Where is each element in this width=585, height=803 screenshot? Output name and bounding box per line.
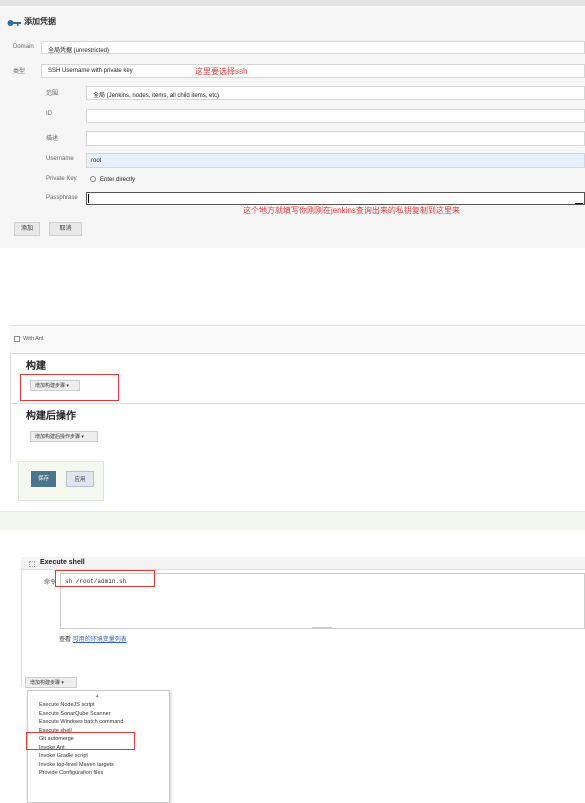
menu-item-execute-windows-batch[interactable]: Execute Windows batch command [28,718,171,727]
drag-handle-icon[interactable] [29,561,35,567]
add-build-step-dropdown-2[interactable]: 增加构建步骤 ▾ [25,677,77,688]
build-header: 构建 [26,361,46,372]
username-value: root [91,158,102,164]
with-ant-checkbox[interactable] [14,336,20,342]
env-vars-link[interactable]: 可用的环境变量列表 [73,637,127,643]
footer-strip [0,511,585,530]
scroll-up-icon[interactable]: ▴ [96,693,99,699]
kind-value: SSH Username with private key [48,68,133,74]
passphrase-annotation: 这个地方就填写你刚刚在jenkins查询出来的私钥复制到这里来 [243,206,460,215]
resize-handle[interactable] [312,627,332,629]
menu-item-execute-nodejs[interactable]: Execute NodeJS script [28,701,171,710]
enter-directly-label: Enter directly [100,177,136,183]
divider [10,403,585,404]
with-ant-row [10,325,585,354]
cancel-button[interactable]: 取消 [49,222,82,236]
enter-directly-radio[interactable] [90,176,96,182]
with-ant-label: With Ant [23,336,44,342]
menu-item-invoke-gradle[interactable]: Invoke Gradle script [28,752,171,761]
username-input[interactable]: root [86,153,585,168]
id-input[interactable] [86,109,585,123]
add-post-build-step-label: 增加构建后操作步骤 [35,434,81,440]
menu-item-invoke-maven[interactable]: Invoke top-level Maven targets [28,761,171,770]
scope-value: 全局 (Jenkins, nodes, items, all child ite… [93,93,220,99]
save-button[interactable]: 保存 [31,471,56,487]
left-border [10,353,11,463]
passphrase-input[interactable] [86,192,585,205]
add-button[interactable]: 添加 [14,222,40,236]
domain-label: Domain [13,44,34,50]
env-vars-line: 查看 可用的环境变量列表 [59,634,127,643]
domain-select[interactable]: 全局凭据 (unrestricted) [41,41,585,54]
execute-shell-header [21,557,585,570]
menu-item-execute-sonarqube[interactable]: Execute SonarQube Scanner [28,710,171,719]
scope-select[interactable]: 全局 (Jenkins, nodes, items, all child ite… [86,86,585,100]
chevron-down-icon: ▾ [81,434,84,440]
id-label: ID [46,111,52,117]
highlight-box [20,374,119,401]
execute-shell-title: Execute shell [40,559,85,566]
annotation-line [575,203,583,204]
env-vars-prefix: 查看 [59,637,72,643]
highlight-box [26,732,135,750]
highlight-box [55,570,155,587]
passphrase-label: Passphrase [46,195,78,201]
description-label: 描述 [46,136,59,142]
domain-value: 全局凭据 (unrestricted) [48,48,110,54]
menu-item-provide-config-files[interactable]: Provide Configuration files [28,769,171,778]
kind-label: 类型 [13,69,26,75]
scope-label: 范围 [46,91,59,97]
key-icon [7,20,21,26]
text-cursor [88,194,89,203]
private-key-label: Private Key [46,176,77,182]
page-title: 添加凭据 [24,17,56,26]
chevron-down-icon: ▾ [61,680,64,686]
add-post-build-step-dropdown[interactable]: 增加构建后操作步骤 ▾ [30,431,98,442]
description-input[interactable] [86,131,585,146]
kind-annotation: 这里要选择ssh [195,67,248,76]
add-build-step-label-2: 增加构建步骤 [30,680,61,686]
top-bar [0,0,585,6]
post-build-header: 构建后操作 [26,411,76,422]
kind-select[interactable]: SSH Username with private key [41,64,585,78]
apply-button[interactable]: 应用 [66,471,94,487]
username-label: Username [46,156,74,162]
